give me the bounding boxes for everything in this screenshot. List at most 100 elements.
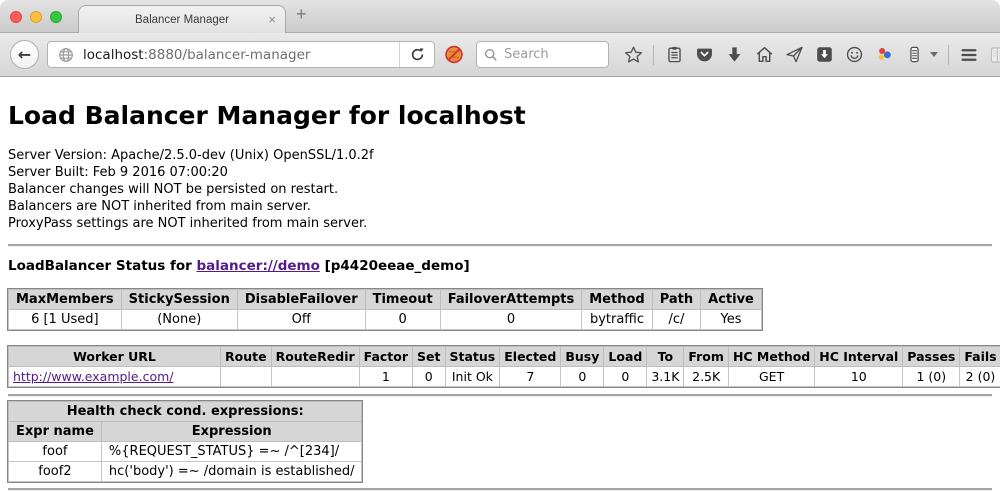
home-icon[interactable] — [754, 45, 774, 65]
column-header: Path — [652, 290, 700, 310]
reload-button[interactable] — [400, 47, 434, 62]
column-header: Set — [413, 347, 445, 367]
worker-url-link[interactable]: http://www.example.com/ — [13, 369, 173, 384]
cell-route — [221, 367, 272, 387]
url-path: :8880/balancer-manager — [144, 47, 311, 63]
toolbar-icons — [623, 45, 1000, 65]
column-header: Expression — [101, 422, 362, 442]
cell-fails: 2 (0) — [960, 367, 1000, 387]
zoom-window-button[interactable] — [50, 11, 62, 23]
cell-hc-interval: 10 — [815, 367, 903, 387]
tab-balancer-manager[interactable]: Balancer Manager × — [78, 5, 286, 33]
status-heading-suffix: [p4420eeae_demo] — [320, 258, 470, 274]
close-window-button[interactable] — [10, 11, 22, 23]
reading-list-clipboard-icon[interactable] — [664, 45, 684, 65]
smiley-addon-icon[interactable] — [844, 45, 864, 65]
cell-passes: 1 (0) — [903, 367, 960, 387]
health-table-title: Health check cond. expressions: — [9, 402, 362, 422]
container-addon-icon[interactable] — [904, 45, 924, 65]
column-header: RouteRedir — [271, 347, 359, 367]
menu-hamburger-icon[interactable] — [959, 45, 979, 65]
url-text[interactable]: localhost:8880/balancer-manager — [83, 47, 399, 63]
addon-dropdown-caret-icon[interactable] — [930, 52, 938, 57]
minimize-window-button[interactable] — [30, 11, 42, 23]
table-header-row: MaxMembers StickySession DisableFailover… — [9, 290, 762, 310]
search-icon — [483, 47, 499, 63]
browser-window: Balancer Manager × + ← localhost:8880/ba… — [0, 0, 1000, 491]
bookmark-star-icon[interactable] — [623, 45, 643, 65]
column-header: Expr name — [9, 422, 102, 442]
downloads-icon[interactable] — [724, 45, 744, 65]
cell-expression: %{REQUEST_STATUS} =~ /^[234]/ — [101, 442, 362, 462]
column-header: From — [684, 347, 729, 367]
proxypass-inherit-note: ProxyPass settings are NOT inherited fro… — [8, 215, 992, 232]
health-check-table: Health check cond. expressions: Expr nam… — [8, 401, 362, 482]
column-header: Fails — [960, 347, 1000, 367]
column-header: HC Interval — [815, 347, 903, 367]
new-tab-button[interactable]: + — [296, 4, 307, 25]
column-header: Elected — [500, 347, 561, 367]
cell-expr-name: foof — [9, 442, 102, 462]
cell-load: 0 — [604, 367, 647, 387]
cell-factor: 1 — [359, 367, 412, 387]
cell-failoverattempts: 0 — [440, 310, 582, 330]
balancer-params-table: MaxMembers StickySession DisableFailover… — [8, 289, 762, 330]
cell-timeout: 0 — [365, 310, 440, 330]
balancer-demo-link[interactable]: balancer://demo — [197, 258, 320, 274]
cell-method: bytraffic — [582, 310, 652, 330]
tab-title: Balancer Manager — [135, 14, 229, 26]
cell-to: 3.1K — [647, 367, 684, 387]
column-header: Passes — [903, 347, 960, 367]
column-header: Load — [604, 347, 647, 367]
loadbalancer-status-heading: LoadBalancer Status for balancer://demo … — [8, 258, 992, 274]
server-version-line: Server Version: Apache/2.5.0-dev (Unix) … — [8, 147, 992, 164]
balancer-persist-note: Balancer changes will NOT be persisted o… — [8, 181, 992, 198]
column-header: Active — [701, 290, 762, 310]
server-info: Server Version: Apache/2.5.0-dev (Unix) … — [8, 147, 992, 232]
colored-dots-addon-icon[interactable] — [874, 45, 894, 65]
back-button[interactable]: ← — [10, 40, 39, 69]
balancer-inherit-note: Balancers are NOT inherited from main se… — [8, 198, 992, 215]
table-header-row: Expr name Expression — [9, 422, 362, 442]
pocket-icon[interactable] — [694, 45, 714, 65]
window-controls — [10, 11, 62, 23]
cell-from: 2.5K — [684, 367, 729, 387]
section-divider — [8, 394, 992, 396]
cell-disablefailover: Off — [237, 310, 365, 330]
tab-close-icon[interactable]: × — [268, 12, 276, 27]
address-bar[interactable]: localhost:8880/balancer-manager — [47, 41, 435, 68]
table-row: 6 [1 Used] (None) Off 0 0 bytraffic /c/ … — [9, 310, 762, 330]
save-page-addon-icon[interactable] — [814, 45, 834, 65]
cell-routeredir — [271, 367, 359, 387]
column-header: HC Method — [728, 347, 814, 367]
cell-elected: 7 — [500, 367, 561, 387]
table-title-row: Health check cond. expressions: — [9, 402, 362, 422]
column-header: Status — [445, 347, 500, 367]
table-row: foof2 hc('body') =~ /domain is establish… — [9, 462, 362, 482]
cell-expr-name: foof2 — [9, 462, 102, 482]
cell-stickysession: (None) — [121, 310, 237, 330]
flash-blocked-icon[interactable] — [444, 45, 464, 65]
site-identity-globe-icon[interactable] — [56, 45, 76, 65]
column-header: DisableFailover — [237, 290, 365, 310]
server-built-line: Server Built: Feb 9 2016 07:00:20 — [8, 164, 992, 181]
page-title: Load Balancer Manager for localhost — [8, 77, 992, 130]
search-bar[interactable] — [476, 41, 609, 68]
column-header: To — [647, 347, 684, 367]
cell-busy: 0 — [561, 367, 604, 387]
send-to-device-icon[interactable] — [784, 45, 804, 65]
column-header: FailoverAttempts — [440, 290, 582, 310]
section-divider — [8, 488, 992, 490]
table-row: foof %{REQUEST_STATUS} =~ /^[234]/ — [9, 442, 362, 462]
column-header: Factor — [359, 347, 412, 367]
toolbar-divider — [653, 45, 654, 65]
navigation-toolbar: ← localhost:8880/balancer-manager — [0, 33, 1000, 77]
cell-maxmembers: 6 [1 Used] — [9, 310, 122, 330]
search-input[interactable] — [504, 47, 600, 62]
column-header: MaxMembers — [9, 290, 122, 310]
worker-table: Worker URL Route RouteRedir Factor Set S… — [8, 346, 1000, 387]
sidebar-panel-icon[interactable] — [989, 45, 1000, 65]
table-header-row: Worker URL Route RouteRedir Factor Set S… — [9, 347, 1000, 367]
cell-status: Init Ok — [445, 367, 500, 387]
column-header: Route — [221, 347, 272, 367]
